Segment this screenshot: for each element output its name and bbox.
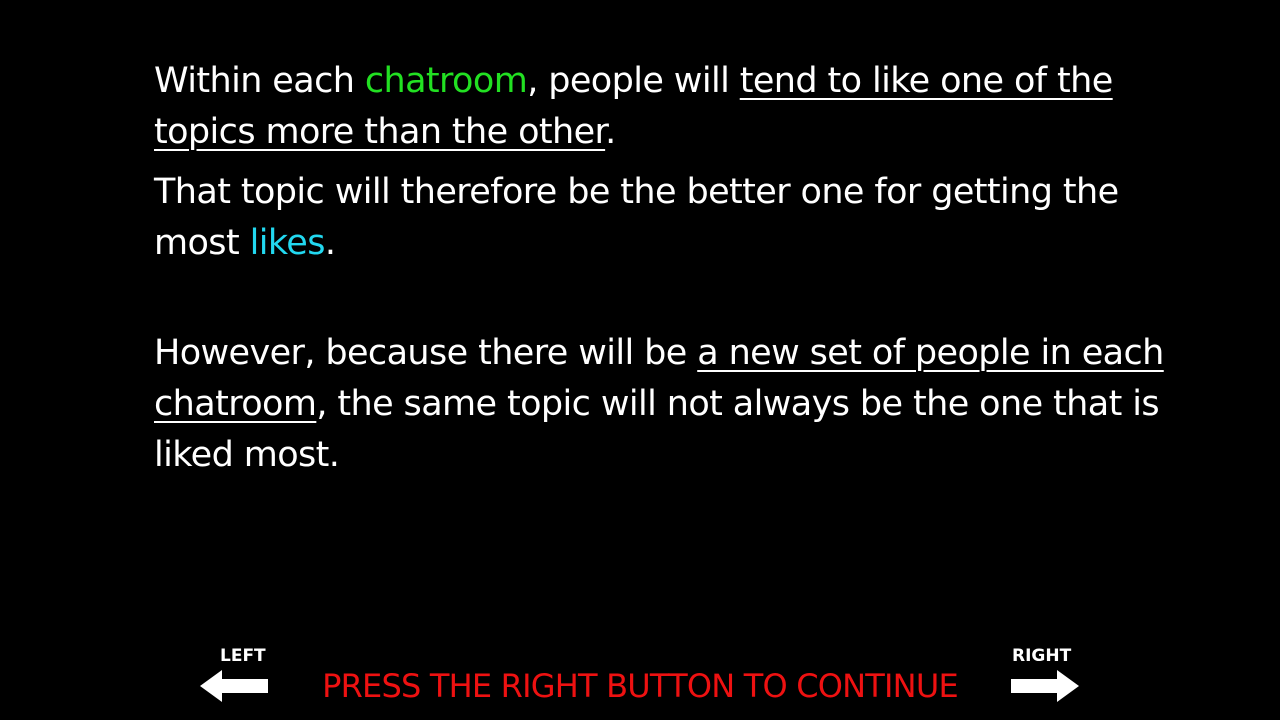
continue-instruction: PRESS THE RIGHT BUTTON TO CONTINUE [322,667,959,705]
likes-highlight: likes [249,223,326,263]
text-segment: Within each [154,61,365,101]
paragraph-chatroom-preference: Within each chatroom, people will tend t… [154,56,1164,158]
arrow-right-icon [1011,670,1079,702]
chatroom-highlight: chatroom [364,61,528,101]
text-segment: , people will [527,61,740,101]
slide-content: Within each chatroom, people will tend t… [154,56,1164,481]
navigation-footer: LEFT PRESS THE RIGHT BUTTON TO CONTINUE … [0,640,1280,720]
text-segment: . [605,112,616,152]
paragraph-new-people: However, because there will be a new set… [154,328,1164,481]
text-segment: However, because there will be [154,333,698,373]
left-button-label: LEFT [220,646,266,666]
arrow-left-icon [200,670,268,702]
right-button-label: RIGHT [1012,646,1072,666]
paragraph-topic-likes: That topic will therefore be the better … [154,167,1164,269]
text-segment: . [324,223,336,263]
